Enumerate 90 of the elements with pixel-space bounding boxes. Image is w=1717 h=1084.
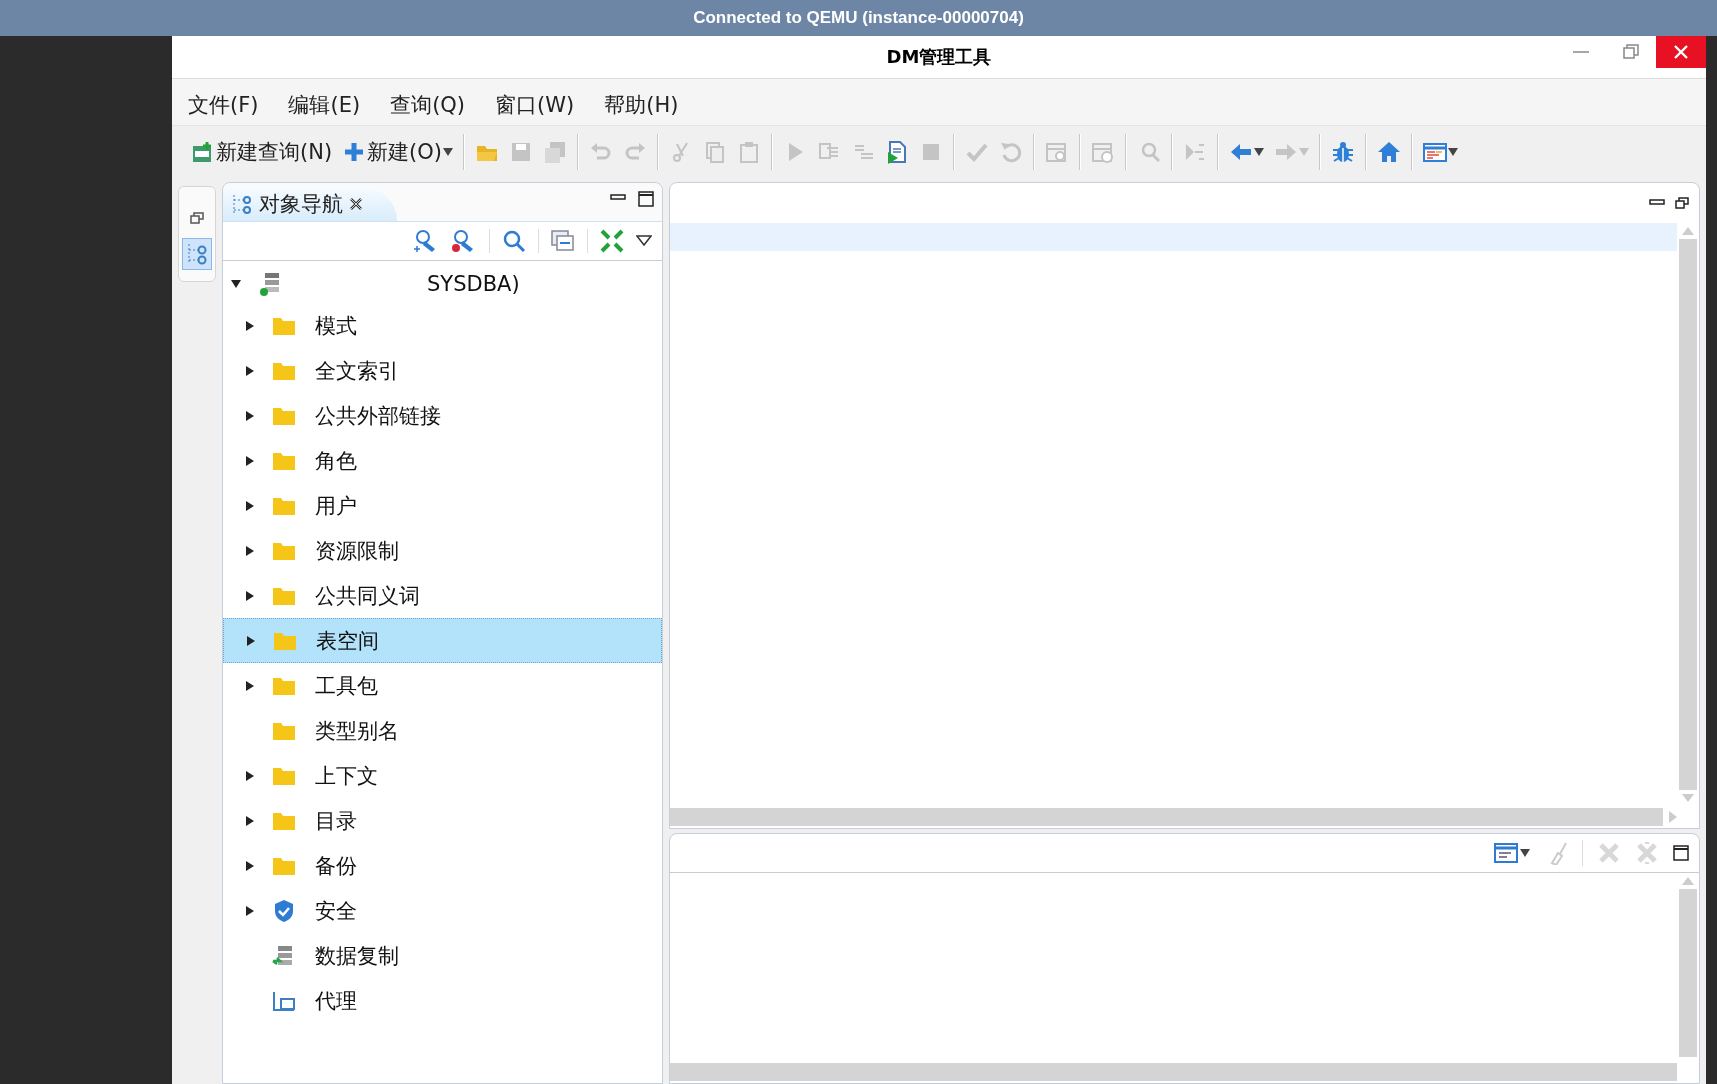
horizontal-scrollbar-thumb[interactable] — [670, 1063, 1677, 1081]
menu-item[interactable]: 编辑(E) — [288, 91, 361, 119]
folder-icon — [272, 855, 296, 876]
tree-item[interactable]: 数据复制 — [223, 933, 662, 978]
expand-arrow-icon[interactable] — [245, 544, 255, 557]
folder-icon — [272, 810, 296, 831]
caret-icon — [1448, 148, 1459, 156]
object-navigator-button[interactable] — [182, 238, 212, 270]
menu-item[interactable]: 帮助(H) — [604, 91, 679, 119]
restore-icon — [1623, 44, 1639, 60]
tree-item[interactable]: 全文索引 — [223, 348, 662, 393]
window-title: DM管理工具 — [886, 45, 992, 69]
shield-icon — [273, 898, 295, 923]
tree-item[interactable]: 上下文 — [223, 753, 662, 798]
collapse-arrow-icon[interactable] — [230, 279, 242, 289]
window-list-icon[interactable] — [1494, 842, 1518, 864]
tree-icon — [186, 242, 208, 266]
folder-icon — [272, 360, 296, 381]
folder-icon — [272, 540, 296, 561]
folder-icon — [272, 405, 296, 426]
expand-arrow-icon[interactable] — [245, 409, 255, 422]
window-list-icon — [1423, 140, 1448, 164]
plus-button[interactable]: 新建(O) — [337, 134, 459, 170]
vertical-scrollbar-thumb[interactable] — [1679, 889, 1697, 1057]
new-sql-button[interactable]: 新建查询(N) — [186, 134, 338, 170]
view-menu-icon[interactable] — [636, 235, 652, 247]
menu-item[interactable]: 窗口(W) — [495, 91, 575, 119]
tree-item[interactable]: 目录 — [223, 798, 662, 843]
tree-item[interactable]: 公共外部链接 — [223, 393, 662, 438]
tree-icon — [231, 193, 253, 215]
tree-item[interactable]: 工具包 — [223, 663, 662, 708]
expand-arrow-icon[interactable] — [245, 859, 255, 872]
caret-icon — [1254, 148, 1265, 156]
calendar-clock-icon — [1091, 140, 1116, 164]
save-all-icon — [543, 140, 568, 164]
close-icon — [1673, 44, 1689, 60]
folder-icon — [272, 315, 296, 336]
maximize-icon[interactable] — [1673, 845, 1689, 861]
expand-arrow-icon[interactable] — [245, 589, 255, 602]
caret-icon — [1520, 849, 1530, 857]
expand-arrow-icon[interactable] — [245, 814, 255, 827]
close-icon[interactable] — [349, 197, 363, 211]
tree-item[interactable]: 模式 — [223, 303, 662, 348]
tree-item[interactable]: 公共同义词 — [223, 573, 662, 618]
folder-icon — [272, 720, 296, 741]
tree-item[interactable]: SYSDBA) — [427, 272, 520, 296]
menu-item[interactable]: 文件(F) — [188, 91, 259, 119]
rollback-icon — [999, 140, 1024, 164]
expand-arrow-icon[interactable] — [245, 454, 255, 467]
caret-icon — [1299, 148, 1310, 156]
menu-item[interactable]: 查询(Q) — [390, 91, 466, 119]
expand-arrow-icon[interactable] — [245, 319, 255, 332]
expand-arrow-icon[interactable] — [245, 499, 255, 512]
object-navigator-tab[interactable]: 对象导航 — [223, 187, 397, 221]
folder-icon — [272, 450, 296, 471]
collapse-all-icon[interactable] — [551, 230, 575, 252]
horizontal-scrollbar-thumb[interactable] — [670, 808, 1663, 826]
folder-icon — [273, 630, 297, 651]
folder-icon — [272, 675, 296, 696]
tree-item[interactable]: 角色 — [223, 438, 662, 483]
connection-title: Connected to QEMU (instance-00000704) — [693, 8, 1024, 28]
expand-arrow-icon[interactable] — [245, 364, 255, 377]
folder-icon — [272, 585, 296, 606]
search-icon[interactable] — [502, 229, 526, 253]
tree-item[interactable]: 资源限制 — [223, 528, 662, 573]
expand-arrow-icon[interactable] — [245, 679, 255, 692]
restore-icon[interactable] — [1675, 197, 1689, 209]
expand-arrow-icon[interactable] — [245, 769, 255, 782]
folder-icon — [272, 765, 296, 786]
minimize-icon[interactable] — [1649, 198, 1665, 208]
restore-icon[interactable] — [190, 212, 204, 224]
tree-item[interactable]: 代理 — [223, 978, 662, 1023]
vertical-scrollbar-thumb[interactable] — [1679, 239, 1697, 790]
minimize-icon — [1573, 51, 1589, 53]
tree-item[interactable]: 备份 — [223, 843, 662, 888]
tree-item[interactable]: 用户 — [223, 483, 662, 528]
home-icon — [1377, 140, 1402, 164]
database-icon — [259, 271, 281, 297]
window-icon — [272, 989, 296, 1012]
tree-item[interactable]: 表空间 — [223, 618, 662, 663]
caret-icon — [443, 148, 454, 156]
close-button[interactable] — [1656, 36, 1706, 68]
maximize-icon[interactable] — [638, 191, 654, 207]
bug-icon — [1331, 140, 1356, 164]
expand-arrow-icon[interactable] — [245, 904, 255, 917]
folder-icon — [272, 495, 296, 516]
expand-all-icon[interactable] — [600, 229, 624, 253]
tree-item[interactable]: 安全 — [223, 888, 662, 933]
tree-item[interactable]: 类型别名 — [223, 708, 662, 753]
expand-arrow-icon[interactable] — [246, 634, 256, 647]
